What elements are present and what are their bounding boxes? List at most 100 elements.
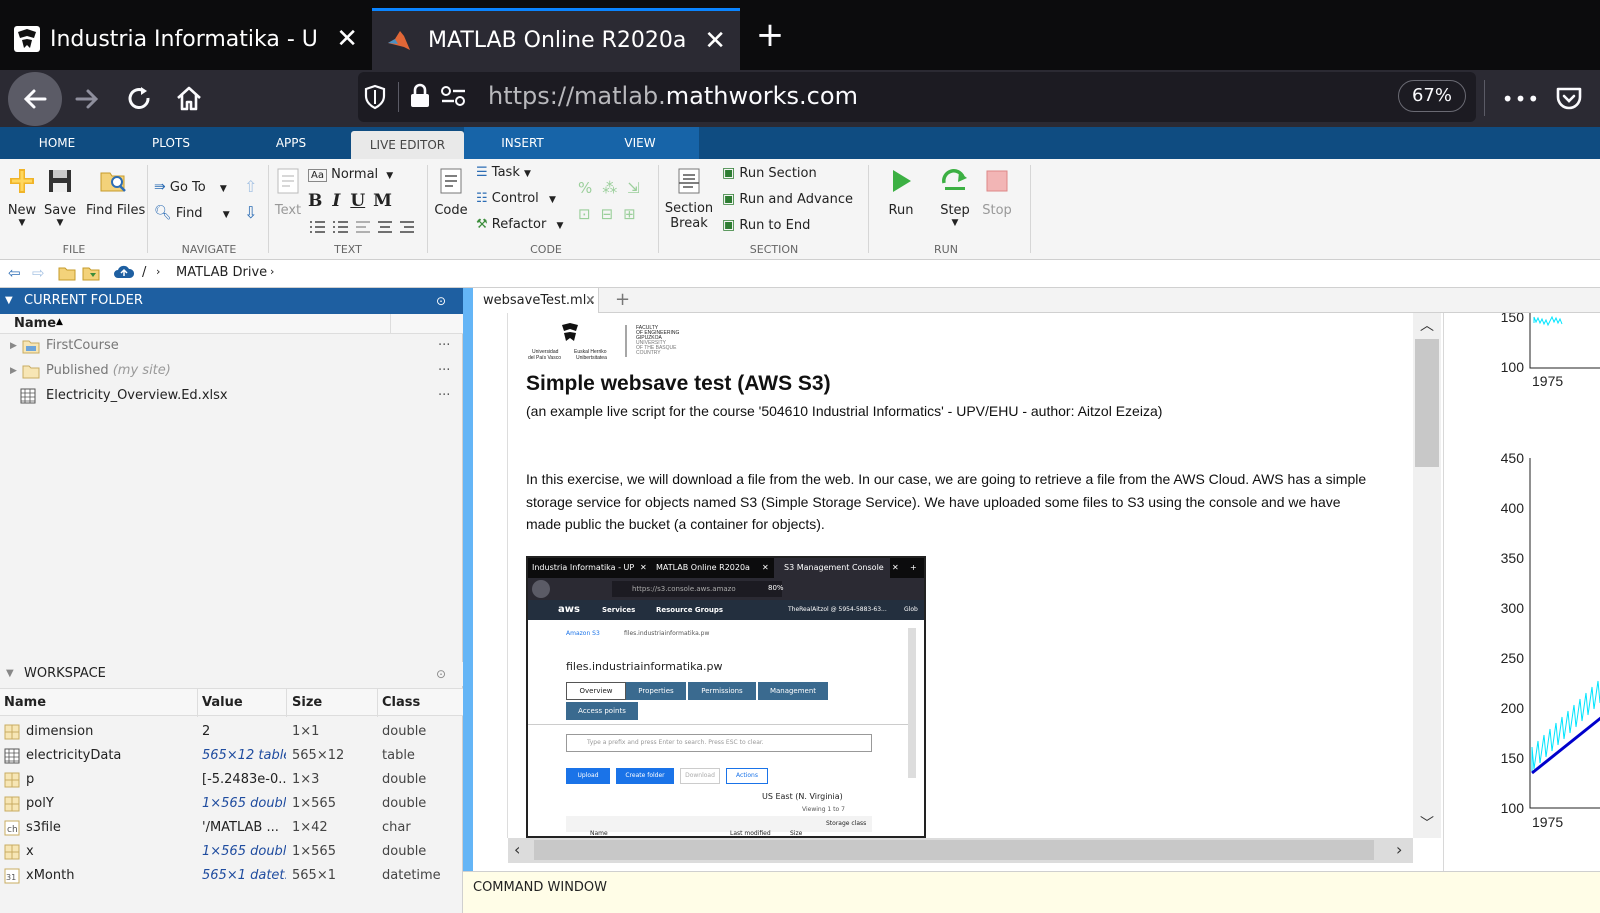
list-align-buttons xyxy=(308,219,420,239)
vertical-scrollbar[interactable]: ︿ ﹀ xyxy=(1413,313,1441,838)
table-row[interactable]: polY 1×565 double 1×565 double xyxy=(0,792,463,816)
close-icon[interactable]: × xyxy=(585,288,596,313)
collapse-icon[interactable]: ▼ xyxy=(6,662,14,686)
workspace-header[interactable]: ▼ WORKSPACE ⊙ xyxy=(0,662,463,686)
column-name[interactable]: Name xyxy=(14,316,56,331)
pocket-icon[interactable] xyxy=(1546,76,1592,122)
workspace-column-header: Name Value Size Class xyxy=(0,688,463,717)
item-menu-icon[interactable]: ··· xyxy=(438,384,450,408)
table-row[interactable]: ch s3file '/MATLAB ... 1×42 char xyxy=(0,816,463,840)
forward-arrow-icon[interactable]: ⇨ xyxy=(32,264,45,282)
scroll-thumb[interactable] xyxy=(534,840,1374,860)
scroll-up-icon[interactable]: ︿ xyxy=(1420,315,1434,335)
control-button[interactable]: ☷ Control ▼ xyxy=(476,191,556,206)
shield-icon[interactable] xyxy=(362,84,388,114)
tab-live-editor[interactable]: LIVE EDITOR xyxy=(351,131,464,159)
back-arrow-icon[interactable]: ⇦ xyxy=(8,264,21,282)
browser-tab-matlab[interactable]: MATLAB Online R2020a ✕ xyxy=(372,8,740,70)
style-dropdown[interactable]: Aa Normal ▼ xyxy=(308,167,393,182)
refactor-button[interactable]: ⚒ Refactor ▼ xyxy=(476,217,563,232)
table-row[interactable]: dimension 2 1×1 double xyxy=(0,720,463,744)
zoom-level[interactable]: 67% xyxy=(1398,80,1466,112)
browse-folder-icon[interactable] xyxy=(82,265,100,285)
tab-apps[interactable]: APPS xyxy=(254,127,328,159)
permissions-icon[interactable] xyxy=(440,84,468,112)
bold-button[interactable]: B xyxy=(308,191,322,211)
text-icon xyxy=(277,168,299,194)
cloud-icon[interactable] xyxy=(114,264,135,284)
go-to-button[interactable]: ⇛ Go To ▼ xyxy=(154,179,227,195)
save-button[interactable]: Save ▼ xyxy=(44,167,76,228)
scroll-right-icon[interactable]: › xyxy=(1396,840,1402,859)
lock-icon[interactable] xyxy=(408,83,432,113)
variable-value: [-5.2483e-0... xyxy=(202,772,286,787)
find-files-button[interactable]: Find Files xyxy=(86,167,145,218)
previous-arrow-icon[interactable]: ⇧ xyxy=(244,177,257,196)
run-section-button[interactable]: ▣ Run Section xyxy=(722,165,817,181)
monospace-button[interactable]: M xyxy=(373,191,392,211)
tab-insert[interactable]: INSERT xyxy=(464,127,581,159)
table-row[interactable]: 31 xMonth 565×1 datet... 565×1 datetime xyxy=(0,864,463,888)
new-tab-button[interactable]: + xyxy=(748,10,792,60)
stop-button[interactable]: Stop xyxy=(980,167,1014,218)
command-window[interactable]: COMMAND WINDOW xyxy=(463,871,1600,913)
up-folder-icon[interactable] xyxy=(58,265,76,285)
table-row[interactable]: electricityData 565×12 table 565×12 table xyxy=(0,744,463,768)
tab-home[interactable]: HOME xyxy=(20,127,94,159)
section-break-button[interactable]: Section Break xyxy=(664,167,714,231)
table-row[interactable]: x 1×565 double 1×565 double xyxy=(0,840,463,864)
text-button[interactable]: Text xyxy=(274,167,302,218)
wrap-icon[interactable]: ⇲ xyxy=(627,179,650,197)
add-tab-icon[interactable]: + xyxy=(615,288,630,312)
panel-menu-icon[interactable]: ⊙ xyxy=(436,288,446,314)
run-and-advance-button[interactable]: ▣ Run and Advance xyxy=(722,191,853,207)
column-size[interactable]: Size xyxy=(292,695,322,710)
task-button[interactable]: ☰ Task ▼ xyxy=(476,165,531,180)
scroll-down-icon[interactable]: ﹀ xyxy=(1420,813,1434,833)
scroll-thumb[interactable] xyxy=(1415,339,1439,467)
column-name[interactable]: Name xyxy=(4,695,46,710)
tab-view[interactable]: VIEW xyxy=(581,127,699,159)
close-tab-icon[interactable]: ✕ xyxy=(336,24,358,54)
chevron-right-icon[interactable]: › xyxy=(270,265,274,278)
scroll-left-icon[interactable]: ‹ xyxy=(514,840,520,859)
item-menu-icon[interactable]: ··· xyxy=(438,359,450,383)
browser-tab-industria[interactable]: Industria Informatika - UPV/E ✕ xyxy=(0,8,372,70)
next-arrow-icon[interactable]: ⇩ xyxy=(244,203,257,222)
home-button[interactable] xyxy=(166,76,212,122)
forward-button[interactable] xyxy=(64,76,110,122)
list-item[interactable]: ▶ FirstCourse ··· xyxy=(0,334,463,358)
code-button[interactable]: Code xyxy=(434,167,468,218)
breadcrumb-matlab-drive[interactable]: MATLAB Drive xyxy=(176,265,267,280)
find-button[interactable]: 🔍︎ Find ▼ xyxy=(154,205,230,221)
column-class[interactable]: Class xyxy=(382,695,420,710)
url-bar[interactable]: https://matlab.mathworks.com 67% xyxy=(358,72,1476,122)
table-row[interactable]: p [-5.2483e-0... 1×3 double xyxy=(0,768,463,792)
live-script-document[interactable]: Universidad del País Vasco Euskal Herrik… xyxy=(508,313,1383,838)
run-button[interactable]: Run xyxy=(884,167,918,218)
reload-button[interactable] xyxy=(116,76,162,122)
italic-button[interactable]: I xyxy=(332,191,340,211)
indent-icon[interactable]: ⁂ xyxy=(602,179,627,197)
file-tab[interactable]: websaveTest.mlx × xyxy=(473,288,599,313)
expand-icon[interactable]: ▶ xyxy=(10,359,17,383)
list-item[interactable]: Electricity_Overview.Ed.xlsx ··· xyxy=(0,384,463,408)
column-value[interactable]: Value xyxy=(202,695,243,710)
underline-button[interactable]: U xyxy=(350,191,365,211)
list-item[interactable]: ▶ Published (my site) ··· xyxy=(0,359,463,383)
step-button[interactable]: Step ▼ xyxy=(938,167,972,228)
expand-icon[interactable]: ▶ xyxy=(10,334,17,358)
item-menu-icon[interactable]: ··· xyxy=(438,334,450,358)
tab-plots[interactable]: PLOTS xyxy=(134,127,208,159)
panel-menu-icon[interactable]: ⊙ xyxy=(436,662,446,686)
collapse-icon[interactable]: ▼ xyxy=(5,288,13,314)
chevron-right-icon[interactable]: › xyxy=(156,265,160,278)
new-button[interactable]: New ▼ xyxy=(6,167,38,228)
horizontal-scrollbar[interactable]: ‹ › xyxy=(508,838,1413,863)
close-tab-icon[interactable]: ✕ xyxy=(704,26,726,56)
style-icon: Aa xyxy=(308,169,327,182)
more-actions-icon[interactable]: ••• xyxy=(1498,76,1544,122)
run-to-end-button[interactable]: ▣ Run to End xyxy=(722,217,810,233)
back-button[interactable] xyxy=(8,72,62,126)
current-folder-header[interactable]: ▼ CURRENT FOLDER ⊙ xyxy=(0,288,463,314)
